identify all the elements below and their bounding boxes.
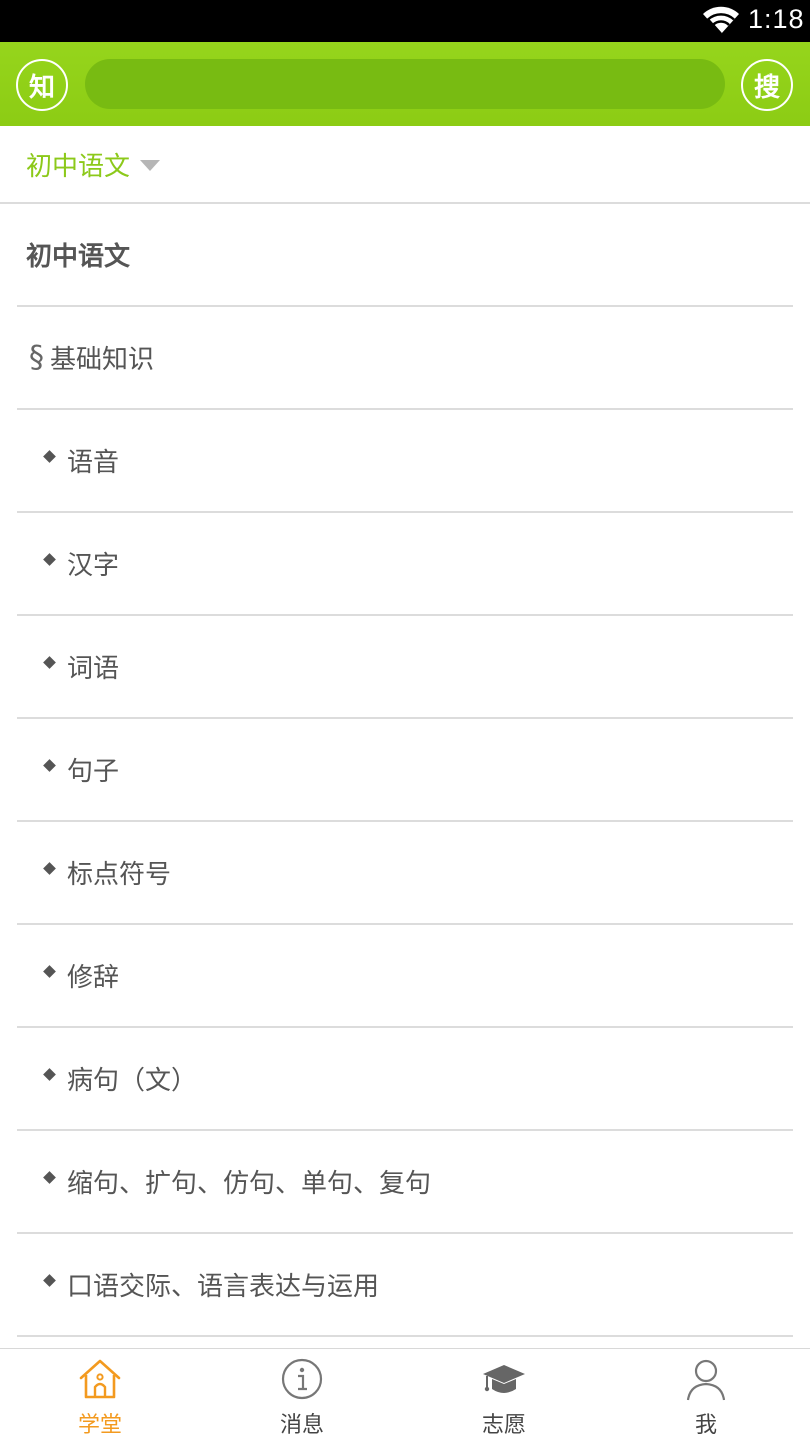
chevron-down-icon (140, 160, 160, 171)
list-title-text: 初中语文 (26, 242, 131, 272)
diamond-bullet-icon (43, 656, 56, 669)
list-item-label: 修辞 (67, 963, 120, 993)
list-title: 初中语文 (17, 204, 793, 307)
subject-selector-label: 初中语文 (26, 152, 131, 182)
tab-volunteer[interactable]: 志愿 (444, 1349, 564, 1440)
bottom-tab-bar: 学堂 消息 志愿 我 (0, 1348, 810, 1440)
tab-label: 学堂 (77, 1413, 122, 1438)
list-item-label: 汉字 (67, 551, 120, 581)
list-item-label: 语音 (67, 448, 120, 478)
tab-me[interactable]: 我 (646, 1349, 766, 1440)
tab-label: 我 (694, 1413, 717, 1438)
search-button[interactable]: 搜 (741, 59, 793, 111)
app-header: 知 搜 (0, 42, 810, 126)
list-item-label: 标点符号 (67, 860, 172, 890)
list-section-basic-knowledge[interactable]: § 基础知识 (17, 307, 793, 410)
list-item[interactable]: 缩句、扩句、仿句、单句、复句 (17, 1131, 793, 1234)
list-item-label: 句子 (67, 757, 120, 787)
graduation-cap-icon (483, 1365, 525, 1393)
list-item[interactable]: 修辞 (17, 925, 793, 1028)
diamond-bullet-icon (43, 862, 56, 875)
list-item-label: 病句（文） (67, 1066, 198, 1096)
list-item[interactable]: 汉字 (17, 513, 793, 616)
diamond-bullet-icon (43, 553, 56, 566)
tab-study[interactable]: 学堂 (40, 1349, 160, 1440)
knowledge-list: 初中语文 § 基础知识 语音汉字词语句子标点符号修辞病句（文） 缩句、扩句、仿句、… (17, 204, 793, 1337)
diamond-bullet-icon (43, 450, 56, 463)
list-item[interactable]: 标点符号 (17, 822, 793, 925)
list-section-label: 基础知识 (50, 345, 155, 375)
diamond-bullet-icon (43, 1068, 56, 1081)
diamond-bullet-icon (43, 1171, 56, 1184)
list-item[interactable]: 口语交际、语言表达与运用 (17, 1234, 793, 1337)
tab-label: 志愿 (481, 1413, 526, 1438)
search-input[interactable] (85, 59, 725, 109)
logo-button[interactable]: 知 (16, 59, 68, 111)
user-icon (686, 1359, 726, 1401)
tab-messages[interactable]: 消息 (242, 1349, 362, 1440)
list-item[interactable]: 病句（文） (17, 1028, 793, 1131)
status-time: 1:18 (748, 4, 805, 34)
list-item[interactable]: 语音 (17, 410, 793, 513)
diamond-bullet-icon (43, 1274, 56, 1287)
tab-label: 消息 (279, 1413, 324, 1438)
subject-selector[interactable]: 初中语文 (0, 126, 810, 204)
list-item[interactable]: 词语 (17, 616, 793, 719)
list-item-label: 口语交际、语言表达与运用 (67, 1272, 380, 1302)
list-item[interactable]: 句子 (17, 719, 793, 822)
list-item-label: 词语 (67, 654, 120, 684)
diamond-bullet-icon (43, 965, 56, 978)
wifi-icon (703, 6, 739, 35)
section-icon: § (29, 340, 44, 375)
status-bar: 1:18 (0, 0, 810, 42)
diamond-bullet-icon (43, 759, 56, 772)
list-item-label: 缩句、扩句、仿句、单句、复句 (67, 1169, 432, 1199)
info-icon (281, 1358, 323, 1400)
home-icon (79, 1359, 121, 1399)
